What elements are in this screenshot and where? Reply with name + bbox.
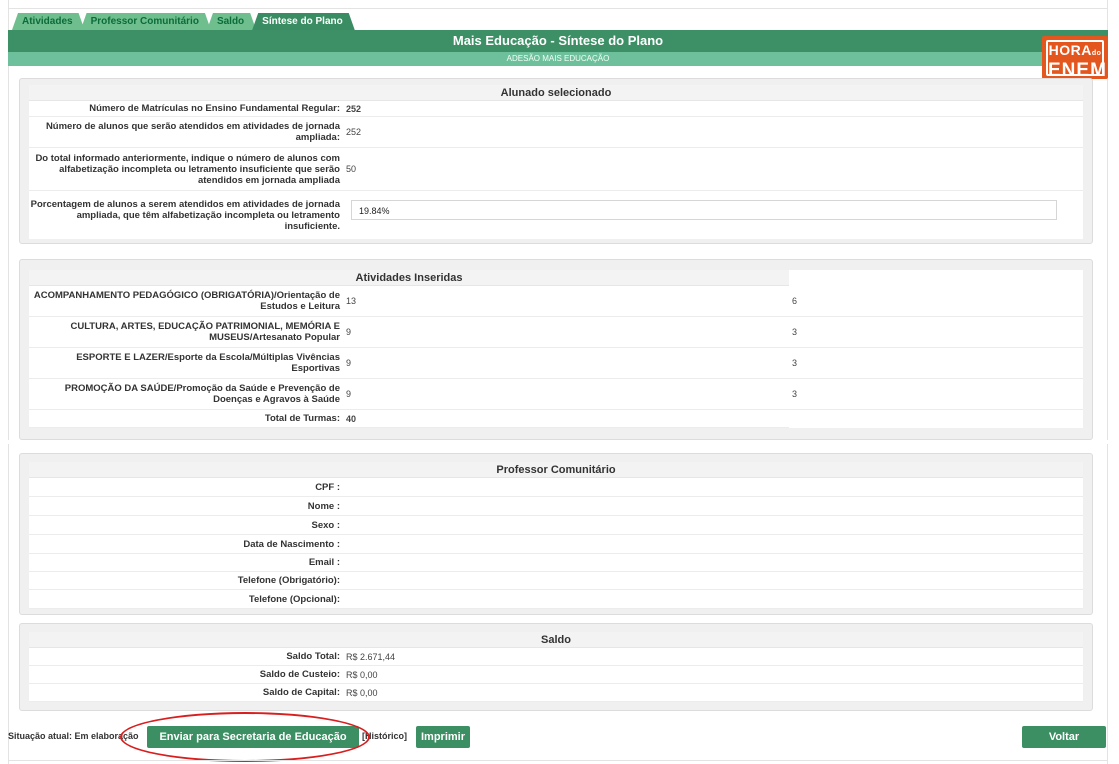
row-value-2: 3 — [792, 358, 798, 368]
table-row: CPF : — [29, 478, 1083, 497]
tab-atividades[interactable]: Atividades — [12, 13, 85, 30]
row-value: 9 — [346, 358, 352, 368]
highlight-annotation — [120, 712, 370, 762]
total-value: 40 — [346, 413, 357, 424]
alunado-title: Alunado selecionado — [29, 85, 1083, 101]
row-label: Sexo : — [311, 519, 340, 531]
table-row: CULTURA, ARTES, EDUCAÇÃO PATRIMONIAL, ME… — [29, 317, 1083, 348]
table-row: ACOMPANHAMENTO PEDAGÓGICO (OBRIGATÓRIA)/… — [29, 286, 1083, 317]
saldo-panel: Saldo Saldo Total: R$ 2.671,44 Saldo de … — [19, 623, 1093, 711]
back-button[interactable]: Voltar — [1022, 726, 1106, 748]
table-row: ESPORTE E LAZER/Esporte da Escola/Múltip… — [29, 348, 1083, 379]
tab-sintese-do-plano[interactable]: Síntese do Plano — [252, 13, 355, 30]
row-label: PROMOÇÃO DA SAÚDE/Promoção da Saúde e Pr… — [64, 383, 340, 405]
table-row: Número de alunos que serão atendidos em … — [29, 117, 1083, 148]
row-label: CPF : — [315, 481, 340, 493]
tab-saldo[interactable]: Saldo — [207, 13, 256, 30]
page-subtitle: ADESÃO MAIS EDUCAÇÃO — [8, 52, 1108, 66]
table-row: Telefone (Obrigatório): — [29, 572, 1083, 590]
table-row: Saldo Total: R$ 2.671,44 — [29, 648, 1083, 666]
table-row: Data de Nascimento : — [29, 535, 1083, 554]
table-row: Sexo : — [29, 516, 1083, 535]
row-value: 252 — [346, 103, 362, 114]
table-row: Saldo de Capital: R$ 0,00 — [29, 684, 1083, 702]
row-value: 252 — [346, 127, 362, 137]
row-label: ESPORTE E LAZER/Esporte da Escola/Múltip… — [76, 352, 340, 374]
row-label: Email : — [308, 557, 340, 568]
row-label: ACOMPANHAMENTO PEDAGÓGICO (OBRIGATÓRIA)/… — [33, 290, 340, 312]
table-row: Saldo de Custeio: R$ 0,00 — [29, 666, 1083, 684]
print-button[interactable]: Imprimir — [416, 726, 470, 748]
row-value-2: 3 — [792, 327, 798, 337]
row-label: Número de alunos que serão atendidos em … — [45, 121, 340, 143]
table-row: PROMOÇÃO DA SAÚDE/Promoção da Saúde e Pr… — [29, 379, 1083, 410]
tab-bar: Atividades Professor Comunitário Saldo S… — [12, 13, 351, 30]
row-value: 9 — [346, 327, 352, 337]
total-row: Total de Turmas: 40 — [29, 410, 789, 428]
table-row: Nome : — [29, 497, 1083, 516]
row-label: Saldo de Capital: — [262, 687, 340, 698]
bottom-border — [8, 760, 1108, 761]
percentage-row: Porcentagem de alunos a serem atendidos … — [29, 191, 1083, 239]
saldo-title: Saldo — [29, 632, 1083, 648]
page-title: Mais Educação - Síntese do Plano — [8, 30, 1108, 52]
row-label: Saldo de Custeio: — [259, 669, 340, 680]
row-label: Telefone (Opcional): — [248, 593, 340, 605]
table-row: Email : — [29, 554, 1083, 572]
atividades-panel: Atividades Inseridas ACOMPANHAMENTO PEDA… — [19, 259, 1093, 440]
row-value-2: 3 — [792, 389, 798, 399]
status-text: Situação atual: Em elaboração — [8, 731, 139, 741]
professor-panel: Professor Comunitário CPF : Nome : Sexo … — [19, 453, 1093, 615]
row-label: Saldo Total: — [286, 651, 340, 662]
row-value: 13 — [346, 296, 357, 306]
row-label: Número de Matrículas no Ensino Fundament… — [89, 103, 340, 114]
row-value: R$ 0,00 — [346, 669, 378, 680]
row-label: Data de Nascimento : — [243, 538, 340, 550]
hora-do-enem-logo: HORAdo ENEM — [1042, 36, 1108, 80]
total-label: Total de Turmas: — [264, 413, 340, 424]
row-label: Nome : — [307, 500, 340, 512]
row-label: Telefone (Obrigatório): — [237, 575, 340, 586]
row-value: 50 — [346, 164, 357, 174]
row-label: Do total informado anteriormente, indiqu… — [35, 152, 340, 186]
tab-professor-comunitario[interactable]: Professor Comunitário — [81, 13, 211, 30]
row-value: R$ 0,00 — [346, 687, 378, 698]
percentage-field: 19.84% — [351, 200, 1057, 220]
row-value: 9 — [346, 389, 352, 399]
table-row: Telefone (Opcional): — [29, 590, 1083, 609]
row-value-2: 6 — [792, 296, 798, 306]
table-row: Número de Matrículas no Ensino Fundament… — [29, 101, 1083, 117]
professor-title: Professor Comunitário — [29, 462, 1083, 478]
atividades-title: Atividades Inseridas — [29, 270, 789, 286]
row-value: R$ 2.671,44 — [346, 651, 396, 662]
row-label: CULTURA, ARTES, EDUCAÇÃO PATRIMONIAL, ME… — [70, 321, 340, 343]
alunado-panel: Alunado selecionado Número de Matrículas… — [19, 78, 1093, 244]
table-row: Do total informado anteriormente, indiqu… — [29, 148, 1083, 191]
row-label: Porcentagem de alunos a serem atendidos … — [30, 198, 340, 232]
